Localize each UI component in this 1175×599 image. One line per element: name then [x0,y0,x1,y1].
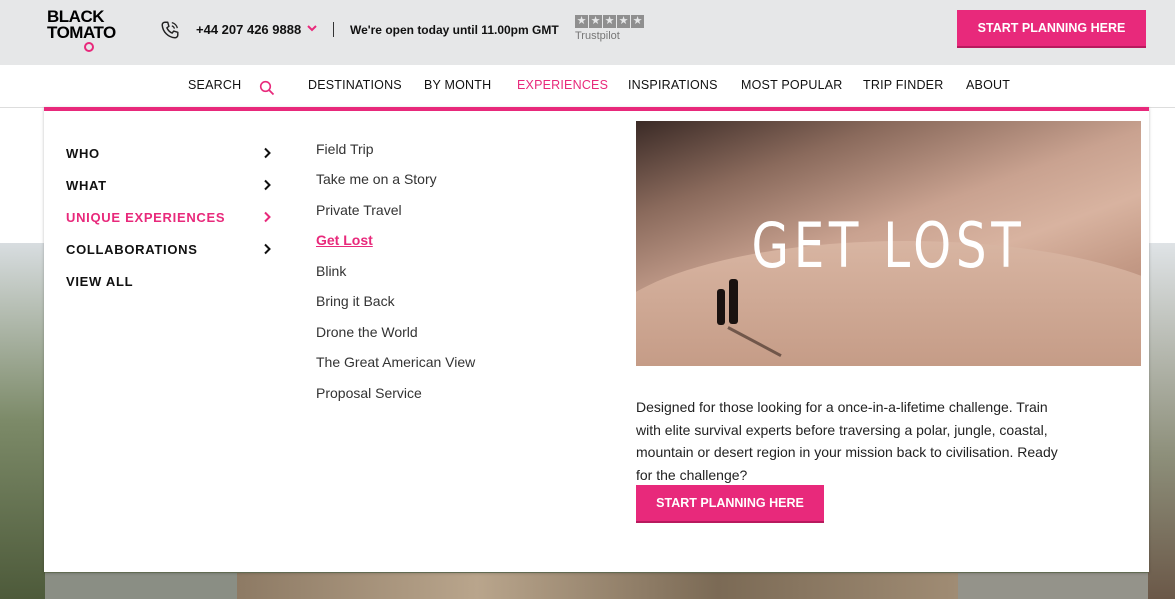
traveller-figure [717,289,725,325]
divider [333,22,334,37]
star-icon: ★ [617,15,630,28]
phone-number[interactable]: +44 207 426 9888 [196,22,301,37]
experiences-mega-menu: WHO WHAT UNIQUE EXPERIENCES COLLABORATIO… [44,107,1149,572]
nav-about[interactable]: ABOUT [966,78,1010,92]
chevron-down-icon[interactable] [306,22,318,34]
nav-search[interactable]: SEARCH [188,78,241,92]
promo-description: Designed for those looking for a once-in… [636,399,1058,483]
promo-start-planning-button[interactable]: START PLANNING HERE [636,485,824,521]
trustpilot-stars: ★ ★ ★ ★ ★ [575,15,647,28]
top-bar: BLACK TOMATO +44 207 426 9888 We're open… [0,0,1175,65]
nav-most-popular[interactable]: MOST POPULAR [741,78,843,92]
black-tomato-logo[interactable]: BLACK TOMATO [47,8,117,55]
star-icon: ★ [631,15,644,28]
menu-subitem-get-lost[interactable]: Get Lost [316,232,373,248]
chevron-right-icon[interactable] [262,243,272,255]
star-icon: ★ [575,15,588,28]
chevron-right-icon[interactable] [262,147,272,159]
get-lost-promo-image[interactable]: GET LOST [636,121,1141,366]
hero-bottom-left [45,573,237,599]
menu-subitem-private-travel[interactable]: Private Travel [316,202,402,218]
search-icon[interactable] [259,80,275,96]
trustpilot-label: Trustpilot [575,30,620,42]
trustpilot-badge[interactable]: ★ ★ ★ ★ ★ Trustpilot [575,15,647,45]
start-planning-button[interactable]: START PLANNING HERE [957,10,1146,46]
menu-subitem-drone-the-world[interactable]: Drone the World [316,324,418,340]
nav-experiences[interactable]: EXPERIENCES [517,78,608,92]
nav-destinations[interactable]: DESTINATIONS [308,78,402,92]
hero-bottom-right [958,573,1148,599]
menu-subitem-proposal-service[interactable]: Proposal Service [316,385,422,401]
logo-tomato-dot [84,42,94,52]
menu-subitem-take-me-on-a-story[interactable]: Take me on a Story [316,171,437,187]
nav-by-month[interactable]: BY MONTH [424,78,491,92]
star-icon: ★ [603,15,616,28]
nav-trip-finder[interactable]: TRIP FINDER [863,78,943,92]
menu-category-who[interactable]: WHO [66,146,100,161]
hero-mountain-left [0,243,45,599]
hero-llama-strip [237,573,958,599]
menu-category-view-all[interactable]: VIEW ALL [66,274,133,289]
menu-subitem-field-trip[interactable]: Field Trip [316,141,374,157]
menu-subitem-bring-it-back[interactable]: Bring it Back [316,293,395,309]
opening-hours: We're open today until 11.00pm GMT [350,23,559,37]
menu-category-unique-experiences[interactable]: UNIQUE EXPERIENCES [66,210,225,225]
phone-icon [161,21,179,39]
promo-image-title: GET LOST [751,209,1026,282]
logo-line-2: TOMATO [47,23,116,42]
nav-inspirations[interactable]: INSPIRATIONS [628,78,718,92]
menu-category-what[interactable]: WHAT [66,178,107,193]
star-icon: ★ [589,15,602,28]
menu-subitem-blink[interactable]: Blink [316,263,346,279]
chevron-right-icon[interactable] [262,179,272,191]
hero-mountain-right [1148,243,1175,599]
chevron-right-icon[interactable] [262,211,272,223]
main-nav: SEARCH DESTINATIONS BY MONTH EXPERIENCES… [0,65,1175,108]
menu-subitem-great-american-view[interactable]: The Great American View [316,354,475,370]
menu-category-collaborations[interactable]: COLLABORATIONS [66,242,198,257]
traveller-figure [729,279,738,324]
